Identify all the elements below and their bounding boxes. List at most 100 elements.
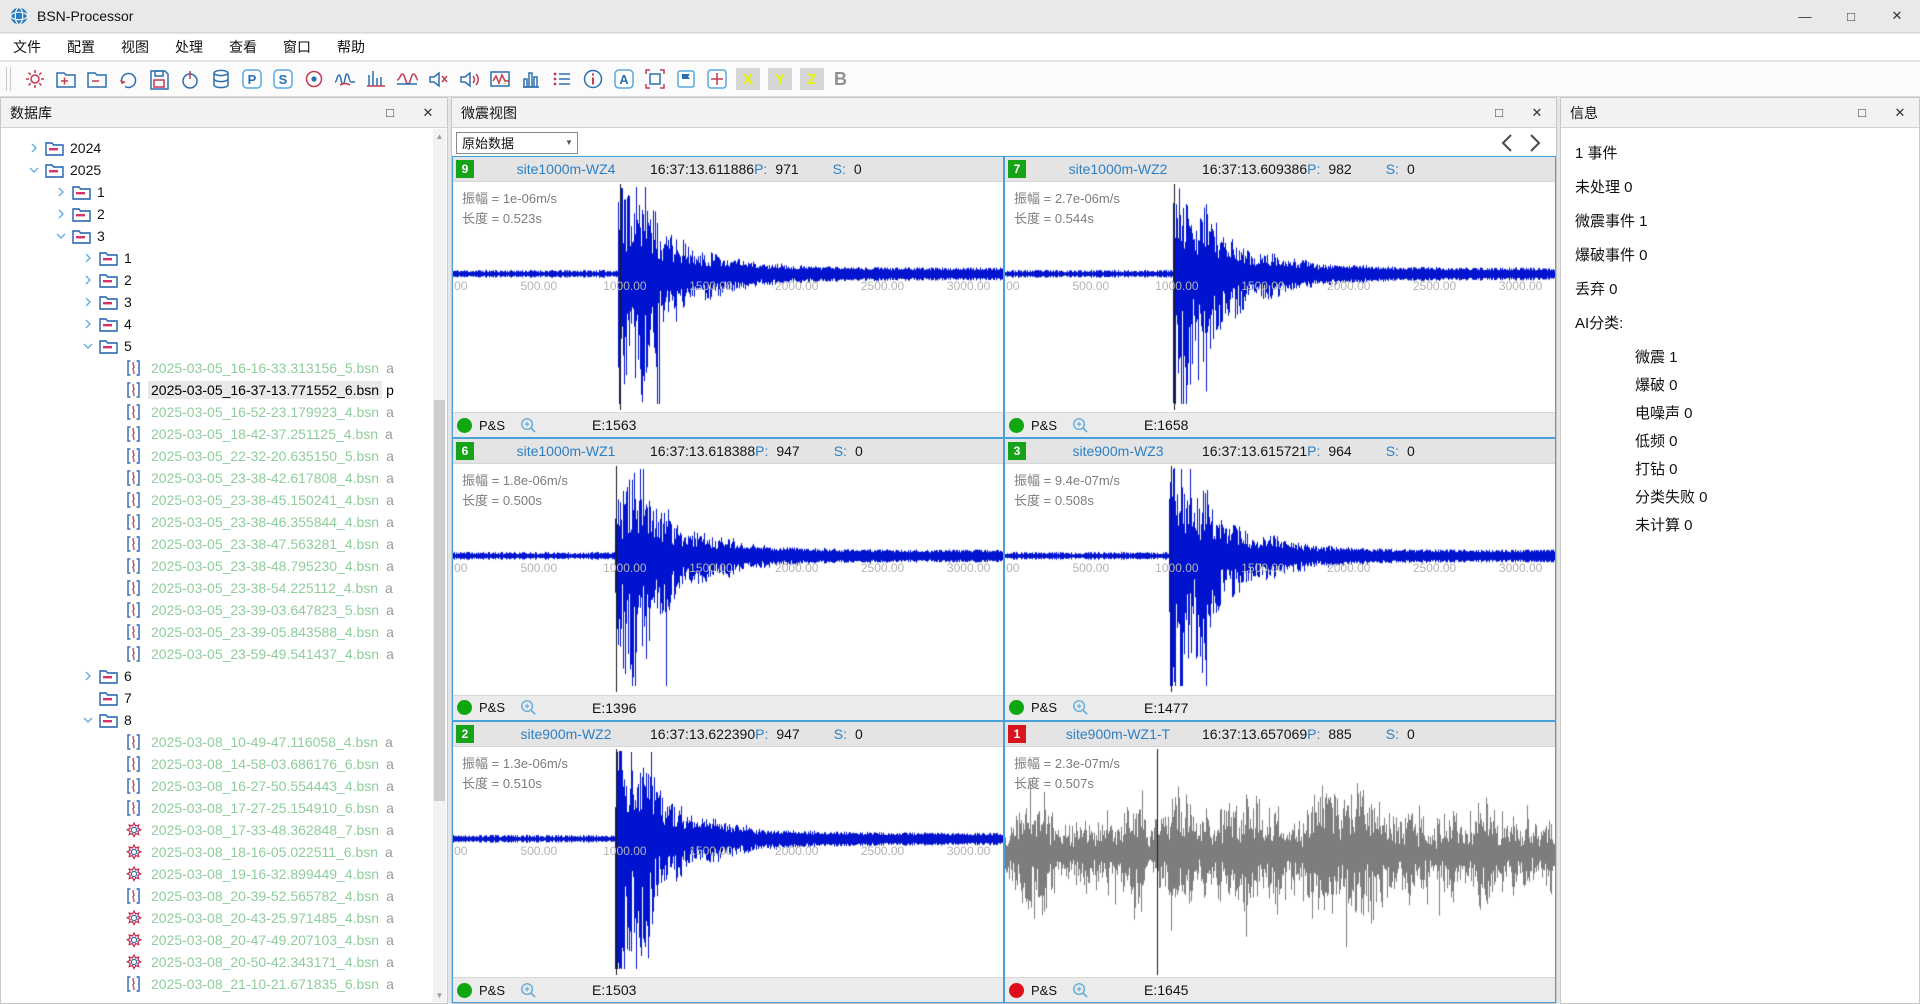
tree-file[interactable]: 2025-03-05_23-38-48.795230_4.bsna [1,555,433,577]
tree-file[interactable]: 2025-03-08_20-50-42.343171_4.bsna [1,951,433,973]
expander-closed-icon[interactable] [77,316,99,332]
tree-folder-3[interactable]: 3 [1,291,433,313]
database-icon[interactable] [207,66,234,92]
database-maximize-button[interactable]: □ [371,98,409,128]
tree-folder-5[interactable]: 5 [1,335,433,357]
folder-remove-icon[interactable] [83,66,110,92]
histogram-icon[interactable] [517,66,544,92]
tree-file[interactable]: 2025-03-05_23-38-54.225112_4.bsna [1,577,433,599]
tree-file[interactable]: 2025-03-08_17-27-25.154910_6.bsna [1,797,433,819]
waveform-plot-area[interactable]: 振幅 = 1e-06m/s 长度 = 0.523s 00500.001000.0… [453,182,1003,412]
tree-file[interactable]: 2025-03-08_19-16-32.899449_4.bsna [1,863,433,885]
menu-item-1[interactable]: 文件 [0,34,54,61]
maximize-button[interactable]: □ [1828,0,1874,33]
waveform-maximize-button[interactable]: □ [1480,98,1518,128]
tree-file[interactable]: 2025-03-05_23-38-47.563281_4.bsna [1,533,433,555]
tree-folder-6[interactable]: 6 [1,665,433,687]
wave-impulse-icon[interactable] [362,66,389,92]
s-marker-icon[interactable]: S [269,66,296,92]
axis-x-button[interactable]: X [736,68,760,90]
zoom-in-icon[interactable] [519,416,538,435]
tree-file[interactable]: 2025-03-08_21-10-21.671835_6.bsna [1,973,433,995]
save-icon[interactable] [145,66,172,92]
bold-b-button[interactable]: B [834,69,847,90]
tree-folder-2025[interactable]: 2025 [1,159,433,181]
tree-file[interactable]: 2025-03-05_23-59-49.541437_4.bsna [1,643,433,665]
expander-open-icon[interactable] [23,162,45,178]
zoom-in-icon[interactable] [1071,698,1090,717]
tree-file[interactable]: 2025-03-05_16-52-23.179923_4.bsna [1,401,433,423]
tree-file[interactable]: 2025-03-08_14-58-03.686176_6.bsna [1,753,433,775]
axis-y-button[interactable]: Y [768,68,792,90]
info-maximize-button[interactable]: □ [1843,98,1881,128]
menu-item-4[interactable]: 处理 [162,34,216,61]
tree-folder-7[interactable]: 7 [1,687,433,709]
denoise-icon[interactable] [424,66,451,92]
expander-closed-icon[interactable] [77,250,99,266]
tree-file[interactable]: 2025-03-05_23-39-03.647823_5.bsna [1,599,433,621]
zoom-in-icon[interactable] [519,981,538,1000]
tree-folder-1[interactable]: 1 [1,181,433,203]
tree-file[interactable]: 2025-03-05_23-38-45.150241_4.bsna [1,489,433,511]
scroll-up-icon[interactable]: ▲ [433,129,446,143]
axis-z-button[interactable]: Z [800,68,824,90]
tree-file[interactable]: 2025-03-08_17-33-48.362848_7.bsna [1,819,433,841]
zoom-in-icon[interactable] [519,698,538,717]
info-icon[interactable] [579,66,606,92]
tree-file[interactable]: 2025-03-05_22-32-20.635150_5.bsna [1,445,433,467]
wave-fit-icon[interactable] [393,66,420,92]
tree-scrollbar[interactable]: ▲ ▼ [433,129,446,1002]
tree-file[interactable]: 2025-03-05_23-38-46.355844_4.bsna [1,511,433,533]
expander-closed-icon[interactable] [77,668,99,684]
expander-closed-icon[interactable] [50,206,72,222]
tree-folder-3[interactable]: 3 [1,225,433,247]
database-close-button[interactable]: ✕ [409,98,447,128]
expander-closed-icon[interactable] [77,272,99,288]
close-button[interactable]: ✕ [1874,0,1920,33]
minimize-button[interactable]: — [1782,0,1828,33]
menu-item-3[interactable]: 视图 [108,34,162,61]
crosshair-add-icon[interactable] [703,66,730,92]
tree-folder-4[interactable]: 4 [1,313,433,335]
auto-label-icon[interactable]: A [610,66,637,92]
filter-wave-icon[interactable] [486,66,513,92]
waveform-plot-area[interactable]: 振幅 = 2.7e-06m/s 长度 = 0.544s 00500.001000… [1005,182,1555,412]
tree-file[interactable]: 2025-03-08_20-43-25.971485_4.bsna [1,907,433,929]
menu-item-6[interactable]: 窗口 [270,34,324,61]
tree-file[interactable]: 2025-03-08_18-16-05.022511_6.bsna [1,841,433,863]
tree-folder-1[interactable]: 1 [1,247,433,269]
tree-file[interactable]: 2025-03-08_16-27-50.554443_4.bsna [1,775,433,797]
waveform-close-button[interactable]: ✕ [1518,98,1556,128]
power-timer-icon[interactable] [176,66,203,92]
sound-icon[interactable] [455,66,482,92]
expander-closed-icon[interactable] [50,184,72,200]
settings-icon[interactable] [21,66,48,92]
scroll-down-icon[interactable]: ▼ [433,988,446,1002]
menu-item-7[interactable]: 帮助 [324,34,378,61]
event-list-icon[interactable] [548,66,575,92]
expander-closed-icon[interactable] [77,294,99,310]
tree-file[interactable]: 2025-03-08_20-47-49.207103_4.bsna [1,929,433,951]
report-layout-icon[interactable] [672,66,699,92]
wave-pick-icon[interactable] [331,66,358,92]
tree-file[interactable]: 2025-03-05_23-38-42.617808_4.bsna [1,467,433,489]
tree-folder-2024[interactable]: 2024 [1,137,433,159]
expander-open-icon[interactable] [77,338,99,354]
expander-open-icon[interactable] [77,712,99,728]
tree-file[interactable]: 2025-03-05_16-16-33.313156_5.bsna [1,357,433,379]
waveform-plot-area[interactable]: 振幅 = 1.3e-06m/s 长度 = 0.510s 00500.001000… [453,747,1003,977]
waveform-plot-area[interactable]: 振幅 = 9.4e-07m/s 长度 = 0.508s 00500.001000… [1005,464,1555,694]
locate-icon[interactable] [300,66,327,92]
menu-item-5[interactable]: 查看 [216,34,270,61]
expander-open-icon[interactable] [50,228,72,244]
tree-folder-2[interactable]: 2 [1,203,433,225]
redo-icon[interactable] [114,66,141,92]
zoom-in-icon[interactable] [1071,416,1090,435]
zoom-in-icon[interactable] [1071,981,1090,1000]
folder-add-icon[interactable] [52,66,79,92]
tree-folder-8[interactable]: 8 [1,709,433,731]
p-marker-icon[interactable]: P [238,66,265,92]
crop-region-icon[interactable] [641,66,668,92]
tree-file[interactable]: 2025-03-08_20-39-52.565782_4.bsna [1,885,433,907]
next-event-icon[interactable] [1528,133,1542,153]
